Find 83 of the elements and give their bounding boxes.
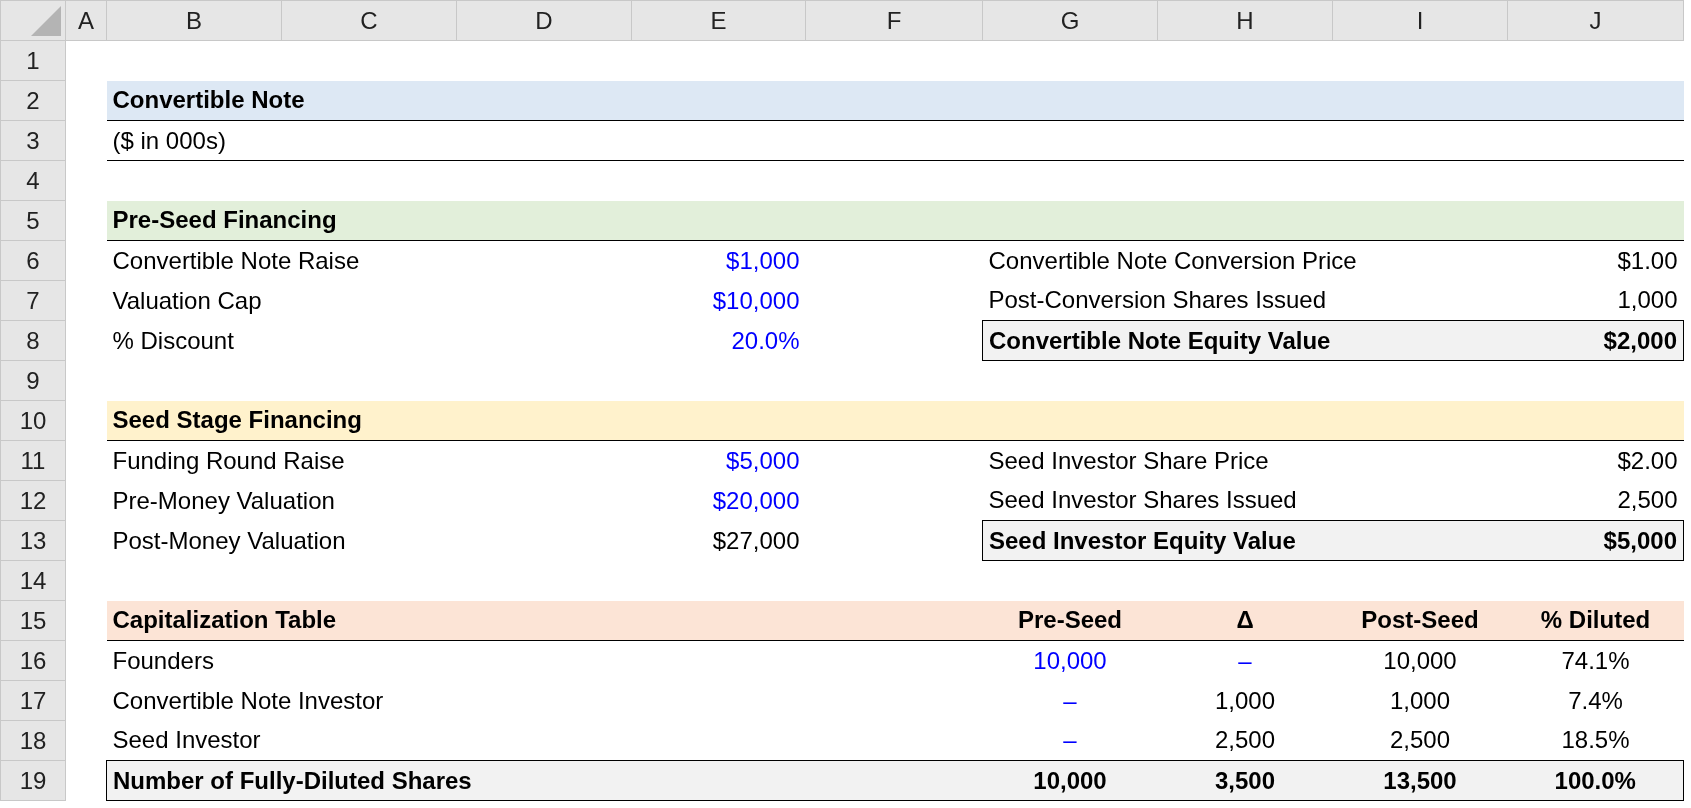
value-cell: 2,500 <box>1157 720 1333 761</box>
row-label: Post-Conversion Shares Issued <box>982 280 1508 321</box>
section-title: Seed Stage Financing <box>106 400 1684 441</box>
value-cell-text: $20,000 <box>711 485 801 516</box>
column-header[interactable]: C <box>281 0 457 41</box>
section-title: Pre-Seed Financing <box>106 200 1684 241</box>
row-number[interactable]: 10 <box>0 400 66 441</box>
row-label: Seed Investor Share Price <box>982 440 1508 481</box>
row-label: Convertible Note Conversion Price <box>982 240 1508 281</box>
value-cell-text: 20.0% <box>730 325 801 356</box>
row-number[interactable]: 4 <box>0 160 66 201</box>
row-label: Seed Investor <box>106 720 983 761</box>
total-label: Number of Fully-Diluted Shares <box>106 760 983 801</box>
subtitle-text: ($ in 000s) <box>106 120 1684 161</box>
value-cell: 10,000 <box>982 760 1158 801</box>
row-number[interactable]: 1 <box>0 40 66 81</box>
column-title: % Diluted <box>1507 600 1684 641</box>
column-header[interactable]: F <box>805 0 983 41</box>
value-cell: – <box>1157 640 1333 681</box>
row-label: Pre-Money Valuation <box>111 485 336 516</box>
column-title: Δ <box>1157 600 1333 641</box>
row-number[interactable]: 7 <box>0 280 66 321</box>
row-number[interactable]: 18 <box>0 720 66 761</box>
row-number[interactable]: 5 <box>0 200 66 241</box>
sheet-title: Convertible Note <box>106 80 1684 121</box>
row-number[interactable]: 14 <box>0 560 66 601</box>
value-cell-text: 7.4% <box>1567 685 1624 716</box>
value-cell: 1,000 <box>1507 280 1684 321</box>
row-number[interactable]: 19 <box>0 760 66 801</box>
row-number[interactable]: 3 <box>0 120 66 161</box>
row-label: Convertible Note Investor <box>111 685 385 716</box>
row-label: % Discount <box>111 325 235 356</box>
row-label: Funding Round Raise <box>106 440 632 481</box>
value-cell: 18.5% <box>1507 720 1684 761</box>
row-label: Valuation Cap <box>111 285 263 316</box>
total-label: Seed Investor Equity Value <box>982 520 1508 561</box>
value-cell: 13,500 <box>1332 760 1508 801</box>
column-header[interactable]: G <box>982 0 1158 41</box>
column-header[interactable]: J <box>1507 0 1684 41</box>
section-title: Capitalization Table <box>106 600 983 641</box>
value-cell-text: 1,000 <box>1388 685 1452 716</box>
value-cell: 2,500 <box>1332 720 1508 761</box>
column-header[interactable]: B <box>106 0 282 41</box>
row-number[interactable]: 17 <box>0 680 66 721</box>
value-cell: $2,000 <box>1507 320 1684 361</box>
column-header[interactable]: I <box>1332 0 1508 41</box>
row-number[interactable]: 11 <box>0 440 66 481</box>
row-number[interactable]: 12 <box>0 480 66 521</box>
value-cell: $1.00 <box>1507 240 1684 281</box>
value-cell: 3,500 <box>1157 760 1333 801</box>
row-number[interactable]: 13 <box>0 520 66 561</box>
value-cell: 100.0% <box>1507 760 1684 801</box>
row-label: Convertible Note Raise <box>106 240 632 281</box>
row-number[interactable]: 9 <box>0 360 66 401</box>
row-label: Founders <box>106 640 983 681</box>
value-cell-text: – <box>1062 685 1078 716</box>
column-header[interactable]: D <box>456 0 632 41</box>
row-number[interactable]: 16 <box>0 640 66 681</box>
value-cell-text: $10,000 <box>711 285 801 316</box>
value-cell: $1,000 <box>631 240 806 281</box>
column-header[interactable]: H <box>1157 0 1333 41</box>
value-cell-text: $27,000 <box>711 525 801 556</box>
value-cell: 10,000 <box>1332 640 1508 681</box>
value-cell: 2,500 <box>1507 480 1684 521</box>
column-title: Post-Seed <box>1332 600 1508 641</box>
column-header[interactable]: A <box>65 0 107 41</box>
row-number[interactable]: 8 <box>0 320 66 361</box>
value-cell: $2.00 <box>1507 440 1684 481</box>
total-label: Convertible Note Equity Value <box>982 320 1508 361</box>
column-header[interactable]: E <box>631 0 806 41</box>
value-cell: 74.1% <box>1507 640 1684 681</box>
value-cell: – <box>982 720 1158 761</box>
value-cell-text: 1,000 <box>1213 685 1277 716</box>
column-title: Pre-Seed <box>982 600 1158 641</box>
row-number[interactable]: 6 <box>0 240 66 281</box>
row-label: Post-Money Valuation <box>111 525 347 556</box>
value-cell: 10,000 <box>982 640 1158 681</box>
row-label: Seed Investor Shares Issued <box>982 480 1508 521</box>
select-all-triangle-icon[interactable] <box>31 6 61 36</box>
value-cell: $5,000 <box>1507 520 1684 561</box>
row-number[interactable]: 15 <box>0 600 66 641</box>
value-cell: $5,000 <box>631 440 806 481</box>
row-number[interactable]: 2 <box>0 80 66 121</box>
